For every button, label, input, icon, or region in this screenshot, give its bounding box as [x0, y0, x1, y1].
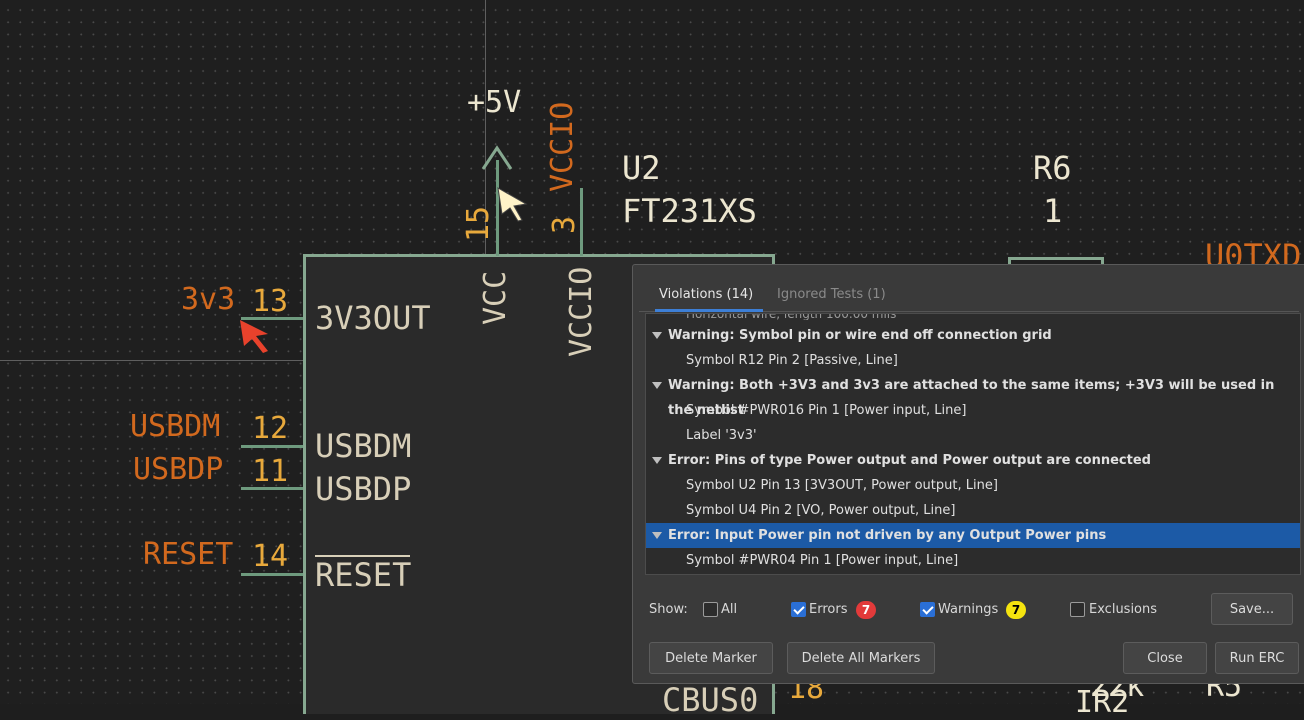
net-label-reset[interactable]: RESET [143, 540, 233, 570]
violation-header[interactable]: Error: Pins of type Power output and Pow… [646, 448, 1300, 473]
delete-all-markers-button[interactable]: Delete All Markers [787, 642, 935, 674]
pin-number-13: 13 [252, 284, 289, 319]
run-erc-button[interactable]: Run ERC [1215, 642, 1299, 674]
ir2-reference[interactable]: IR2 [1075, 688, 1129, 718]
vccio-net-label[interactable]: VCCIO [545, 102, 580, 192]
component-reference[interactable]: U2 [622, 152, 661, 184]
violation-item-text: Label '3v3' [686, 428, 757, 443]
violation-header[interactable]: Warning: Both +3V3 and 3v3 are attached … [646, 373, 1300, 418]
warnings-label[interactable]: Warnings [938, 602, 998, 617]
pin-name-usbdm: USBDM [315, 427, 412, 465]
pin-number-15: 15 [461, 205, 496, 242]
pin-number-14: 14 [252, 539, 289, 574]
error-arrow-icon[interactable] [238, 318, 276, 354]
all-label[interactable]: All [721, 602, 737, 617]
cutoff-row: Horizontal wire, length 100.00 mils [686, 314, 896, 320]
pin-number-12: 12 [252, 411, 289, 446]
violation-item-text: Symbol U2 Pin 13 [3V3OUT, Power output, … [686, 478, 998, 493]
show-filter-bar: Show: All Errors 7 Warnings 7 Exclusions [633, 595, 1304, 625]
exclusions-label[interactable]: Exclusions [1089, 602, 1157, 617]
violation-title: Warning: Symbol pin or wire end off conn… [668, 328, 1052, 343]
tab-violations[interactable]: Violations (14) [659, 287, 753, 302]
violation-item-text: Symbol R12 Pin 2 [Passive, Line] [686, 353, 898, 368]
warnings-count-badge: 7 [1006, 601, 1026, 619]
expand-triangle-icon[interactable] [652, 382, 662, 389]
violation-item[interactable]: Symbol #PWR016 Pin 1 [Power input, Line] [646, 398, 1300, 423]
violation-item[interactable]: Symbol U4 Pin 2 [VO, Power output, Line] [646, 498, 1300, 523]
net-label-3v3[interactable]: 3v3 [181, 285, 235, 315]
violation-title: Error: Input Power pin not driven by any… [668, 528, 1107, 543]
violation-item[interactable]: Symbol #PWR04 Pin 1 [Power input, Line] [646, 548, 1300, 573]
pin-number-3: 3 [547, 215, 582, 234]
tab-active-indicator [655, 309, 763, 312]
pin-name-cbus0: CBUS0 [662, 681, 759, 719]
expand-triangle-icon[interactable] [652, 332, 662, 339]
power-arrow-icon [481, 145, 513, 170]
pin-name-vcc: VCC [478, 270, 513, 325]
expand-triangle-icon[interactable] [652, 457, 662, 464]
component-value[interactable]: FT231XS [622, 195, 757, 227]
all-checkbox[interactable] [703, 602, 718, 617]
pin-name-reset: RESET [315, 556, 412, 594]
dialog-tabs: Violations (14) Ignored Tests (1) [639, 273, 1299, 313]
exclusions-checkbox[interactable] [1070, 602, 1085, 617]
erc-marker-icon[interactable] [496, 186, 532, 222]
errors-checkbox[interactable] [791, 602, 806, 617]
pin-number-11: 11 [252, 454, 289, 489]
power-label-5v[interactable]: +5V [467, 88, 521, 118]
expand-triangle-icon[interactable] [652, 532, 662, 539]
warnings-checkbox[interactable] [920, 602, 935, 617]
violation-item[interactable]: Symbol R12 Pin 2 [Passive, Line] [646, 348, 1300, 373]
violation-item-text: Symbol U4 Pin 2 [VO, Power output, Line] [686, 503, 956, 518]
errors-count-badge: 7 [856, 601, 876, 619]
save-button[interactable]: Save... [1211, 593, 1293, 625]
violation-header[interactable]: Warning: Symbol pin or wire end off conn… [646, 323, 1300, 348]
pin-name-usbdp: USBDP [315, 470, 412, 508]
violations-list[interactable]: Horizontal wire, length 100.00 mils Warn… [645, 313, 1301, 575]
violation-title: Error: Pins of type Power output and Pow… [668, 453, 1151, 468]
r6-value[interactable]: 1 [1043, 195, 1062, 227]
erc-dialog: Violations (14) Ignored Tests (1) Horizo… [632, 264, 1304, 684]
close-button[interactable]: Close [1123, 642, 1207, 674]
net-label-usbdp[interactable]: USBDP [133, 455, 223, 485]
violation-item-text: Symbol #PWR04 Pin 1 [Power input, Line] [686, 553, 959, 568]
show-label: Show: [649, 602, 688, 617]
pin-name-vccio: VCCIO [564, 266, 599, 357]
violation-header-selected[interactable]: Error: Input Power pin not driven by any… [646, 523, 1300, 548]
tab-ignored-tests[interactable]: Ignored Tests (1) [777, 287, 886, 302]
pin-name-3v3out: 3V3OUT [315, 299, 431, 337]
violation-item-text: Symbol #PWR016 Pin 1 [Power input, Line] [686, 403, 967, 418]
errors-label[interactable]: Errors [809, 602, 847, 617]
r6-reference[interactable]: R6 [1033, 152, 1072, 184]
net-label-usbdm[interactable]: USBDM [130, 412, 220, 442]
violation-item[interactable]: Label '3v3' [646, 423, 1300, 448]
delete-marker-button[interactable]: Delete Marker [649, 642, 773, 674]
violation-item[interactable]: Symbol U2 Pin 13 [3V3OUT, Power output, … [646, 473, 1300, 498]
